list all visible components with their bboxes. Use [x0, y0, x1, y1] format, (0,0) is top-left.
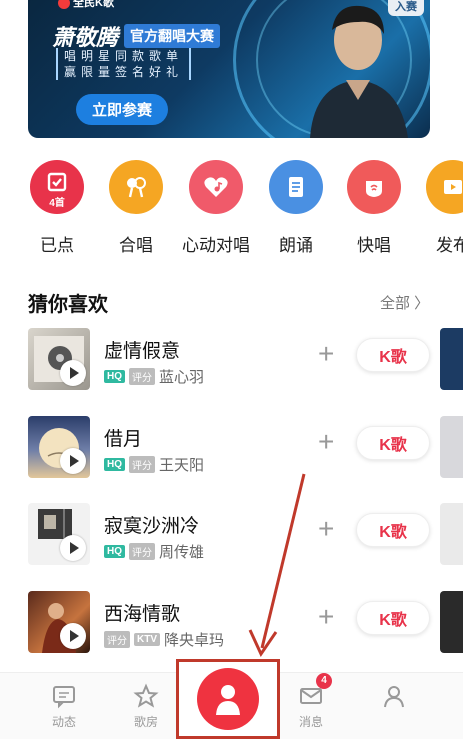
hq-badge: HQ [104, 370, 125, 383]
join-contest-button[interactable]: 立即参赛 [76, 94, 169, 125]
song-title: 虚情假意 [104, 341, 181, 362]
action-label: 合唱 [119, 236, 153, 255]
add-icon[interactable]: + [318, 603, 334, 631]
artist-photo [310, 5, 408, 138]
action-label: 朗诵 [279, 236, 313, 255]
action-recite[interactable]: 朗诵 [256, 160, 336, 256]
nav-feed[interactable]: 动态 [34, 683, 94, 730]
quick-actions: 4首 已点 合唱 心动对唱 朗诵 快唱 发布 [0, 160, 463, 260]
action-publish[interactable]: 发布 [413, 160, 463, 256]
profile-icon [384, 686, 404, 708]
publish-icon [426, 160, 463, 214]
slogan-line: 唱明星同款歌单 [64, 49, 184, 63]
singer-icon [216, 685, 240, 715]
action-heart-duet[interactable]: 心动对唱 [176, 160, 256, 256]
add-icon[interactable]: + [318, 428, 334, 456]
score-badge: 评分 [129, 368, 155, 385]
song-title: 寂寞沙洲冷 [104, 516, 200, 537]
next-card-preview [440, 503, 463, 565]
hq-badge: HQ [104, 545, 125, 558]
play-icon[interactable] [60, 360, 86, 386]
play-icon[interactable] [60, 623, 86, 649]
album-cover[interactable] [28, 416, 90, 478]
heart-music-icon [189, 160, 243, 214]
score-badge: 评分 [129, 543, 155, 560]
document-icon [269, 160, 323, 214]
action-selected[interactable]: 4首 已点 [17, 160, 97, 256]
list-item[interactable]: 虚情假意 HQ 评分 蓝心羽 + K歌 [0, 328, 463, 398]
song-meta: HQ 评分 周传雄 [104, 541, 204, 562]
join-badge[interactable]: 入赛 [388, 0, 424, 16]
nav-room[interactable]: 歌房 [116, 683, 176, 730]
song-meta: HQ 评分 蓝心羽 [104, 366, 204, 387]
song-artist: 周传雄 [159, 544, 205, 561]
add-icon[interactable]: + [318, 515, 334, 543]
hq-badge: HQ [104, 458, 125, 471]
action-label: 快唱 [357, 236, 391, 255]
selected-count: 4首 [49, 198, 65, 209]
ktv-badge: KTV [134, 633, 160, 646]
list-item[interactable]: 借月 HQ 评分 王天阳 + K歌 [0, 416, 463, 486]
play-icon[interactable] [60, 535, 86, 561]
k-song-button[interactable]: K歌 [356, 426, 430, 460]
nav-label: 歌房 [133, 715, 158, 729]
nav-me[interactable] [364, 683, 424, 713]
k-song-button[interactable]: K歌 [356, 513, 430, 547]
next-card-preview [440, 328, 463, 390]
messages-badge: 4 [316, 673, 332, 689]
nav-label: 动态 [51, 715, 76, 729]
action-quick-sing[interactable]: 快唱 [334, 160, 414, 256]
song-title: 西海情歌 [104, 604, 181, 625]
quick-sing-icon [347, 160, 401, 214]
check-list-icon: 4首 [30, 160, 84, 214]
next-card-preview [440, 416, 463, 478]
song-meta: HQ 评分 王天阳 [104, 454, 204, 475]
sing-button-highlight[interactable] [176, 659, 280, 739]
add-icon[interactable]: + [318, 340, 334, 368]
play-icon[interactable] [60, 448, 86, 474]
chat-bubble-icon [53, 686, 75, 709]
nav-messages[interactable]: 4 消息 [281, 673, 341, 730]
song-artist: 王天阳 [159, 457, 205, 474]
app-logo: 全民K歌 [58, 0, 114, 10]
song-title: 借月 [104, 429, 143, 450]
song-artist: 降央卓玛 [164, 632, 225, 649]
see-all-link[interactable]: 全部 〉 [380, 292, 429, 313]
k-song-button[interactable]: K歌 [356, 338, 430, 372]
action-label: 发布 [436, 236, 463, 255]
sing-button[interactable] [197, 668, 259, 730]
duet-mic-icon [109, 160, 163, 214]
album-cover[interactable] [28, 591, 90, 653]
list-item[interactable]: 西海情歌 评分 KTV 降央卓玛 + K歌 [0, 591, 463, 661]
slogan-line: 赢限量签名好礼 [64, 65, 184, 79]
event-tag: 官方翻唱大赛 [124, 24, 221, 48]
k-song-button[interactable]: K歌 [356, 601, 430, 635]
action-label: 已点 [40, 236, 74, 255]
song-artist: 蓝心羽 [159, 369, 205, 386]
album-cover[interactable] [28, 503, 90, 565]
list-item[interactable]: 寂寞沙洲冷 HQ 评分 周传雄 + K歌 [0, 503, 463, 573]
score-badge: 评分 [129, 456, 155, 473]
nav-label: 消息 [298, 715, 323, 729]
star-icon [133, 683, 159, 708]
action-duet[interactable]: 合唱 [96, 160, 176, 256]
song-meta: 评分 KTV 降央卓玛 [104, 629, 224, 650]
promo-banner[interactable]: 全民K歌 入赛 萧敬腾 官方翻唱大赛 唱明星同款歌单 赢限量签名好礼 立即参赛 [28, 0, 430, 138]
album-cover[interactable] [28, 328, 90, 390]
section-title: 猜你喜欢 [28, 294, 108, 316]
next-card-preview [440, 591, 463, 653]
score-badge: 评分 [104, 631, 130, 648]
banner-slogan: 唱明星同款歌单 赢限量签名好礼 [56, 48, 192, 80]
action-label: 心动对唱 [182, 236, 250, 255]
